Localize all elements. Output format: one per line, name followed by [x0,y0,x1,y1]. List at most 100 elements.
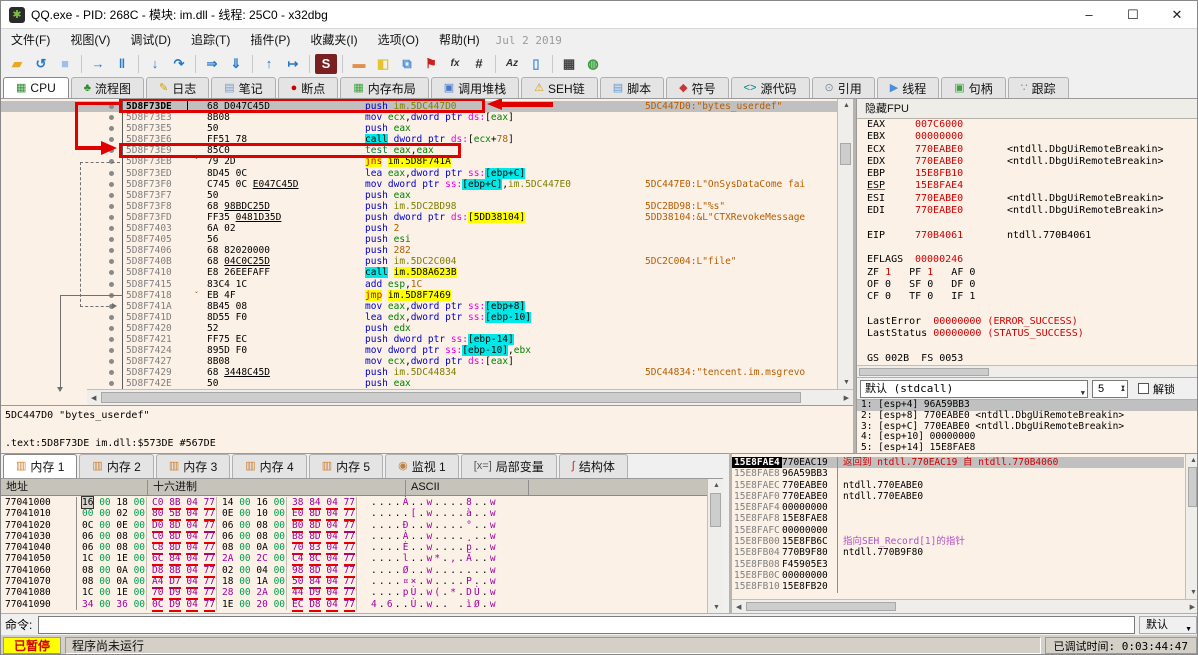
tab-源代码[interactable]: <> 源代码 [730,77,810,98]
menu-item[interactable]: 插件(P) [240,29,300,51]
dump-row[interactable]: 77041090 34 00 36 00 0C D9 04 77 1E 00 20 0… [1,598,707,612]
register-line[interactable]: EIP 770B4061 ntdll.770B4061 [857,230,1197,242]
stack-row[interactable]: 15E8FB08 F45905E3 [732,558,1184,570]
stack-hscrollbar[interactable]: ◀ ▶ [732,599,1197,613]
argument-row[interactable]: 2: [esp+8] 770EABE0 <ntdll.DbgUiRemoteBr… [857,410,1197,422]
breakpoint-dot[interactable] [109,348,114,354]
stack-row[interactable]: 15E8FAE4 770EAC19 返回到 ntdll.770EAC19 自 ntd… [732,457,1184,469]
menu-item[interactable]: 追踪(T) [181,29,240,51]
tab-脚本[interactable]: ▤ 脚本 [599,77,665,98]
menu-item[interactable]: 帮助(H) [429,29,490,51]
disasm-row[interactable]: 5D8F741A 8B45 08 mov eax,dword ptr ss:[ebp… [1,300,837,312]
register-line[interactable]: ECX 770EABE0 <ntdll.DbgUiRemoteBreakin> [857,144,1197,156]
tab-CPU[interactable]: ▦ CPU [3,77,69,98]
breakpoint-dot[interactable] [109,226,114,232]
command-input[interactable] [38,615,1135,634]
breakpoint-dot[interactable] [109,248,114,254]
restart-icon[interactable]: ↺ [30,54,52,74]
register-line[interactable]: ESP 15E8FAE4 [857,180,1197,192]
register-line[interactable]: EBX 00000000 [857,131,1197,143]
stack-row[interactable]: 15E8FB04 770B9F80 ntdll.770B9F80 [732,547,1184,559]
register-line[interactable]: ESI 770EABE0 <ntdll.DbgUiRemoteBreakin> [857,193,1197,205]
labels-icon[interactable]: ⧉ [396,54,418,74]
arguments-view[interactable]: 1: [esp+4] 96A59BB3 2: [esp+8] 770EABE0 <… [857,399,1197,453]
disasm-hscrollbar[interactable]: ◀ ▶ [87,389,853,405]
stack-vscrollbar[interactable]: ▲ ▼ [1185,454,1197,599]
tab-引用[interactable]: ⊙ 引用 [811,77,875,98]
disasm-row[interactable]: 5D8F7424 895D F0 mov dword ptr ss:[ebp-10]… [1,345,837,357]
stack-row[interactable]: 15E8FB00 15E8FB6C 指向SEH_Record[1]的指针 [732,536,1184,548]
register-line[interactable]: EAX 007C6000 [857,119,1197,131]
tab-内存 1[interactable]: ▥ 内存 1 [3,454,78,478]
execute-till-return-icon[interactable]: ↑ [258,54,280,74]
settings-icon[interactable]: S [315,54,337,74]
breakpoint-dot[interactable] [109,381,114,387]
disasm-row[interactable]: 5D8F73ED 8D45 0C lea eax,dword ptr ss:[ebp… [1,167,837,179]
breakpoint-dot[interactable] [109,203,114,209]
disasm-row[interactable]: 5D8F7421 FF75 EC push dword ptr ss:[ebp-14… [1,333,837,346]
tab-结构体[interactable]: ∫ 结构体 [558,454,628,478]
breakpoint-dot[interactable] [109,259,114,265]
strings-icon[interactable]: Az [501,54,523,74]
patches-icon[interactable]: ▬ [348,54,370,74]
stack-row[interactable]: 15E8FAEC 770EABE0 ntdll.770EABE0 [732,479,1184,491]
dump-row[interactable]: 77041030 06 00 08 00 C0 8D 04 77 06 00 08 0… [1,530,707,544]
minimize-button[interactable]: – [1067,1,1111,29]
dump-row[interactable]: 77041060 08 00 0A 00 D8 8B 04 77 02 00 04 0… [1,564,707,578]
unlock-checkbox[interactable] [1138,383,1149,394]
tab-内存布局[interactable]: ▦ 内存布局 [340,77,429,98]
register-line[interactable]: EDI 770EABE0 <ntdll.DbgUiRemoteBreakin> [857,205,1197,217]
register-line[interactable]: ZF 1 PF 1 AF 0 [857,267,1197,279]
register-line[interactable]: OF 0 SF 0 DF 0 [857,279,1197,291]
disasm-row[interactable]: 5D8F73F8 68 98BDC25D push im.5DC2BD98 5DC2B… [1,200,837,212]
step-over-icon[interactable]: ↷ [168,54,190,74]
disasm-row[interactable]: 5D8F7429 68 3448C45D push im.5DC44834 5DC44… [1,367,837,379]
tab-符号[interactable]: ◆ 符号 [666,77,729,98]
dump-row[interactable]: 77041010 00 00 02 00 80 5B 04 77 0E 00 10 0… [1,508,707,522]
maximize-button[interactable]: ☐ [1111,1,1155,29]
breakpoint-dot[interactable] [109,115,114,121]
breakpoint-dot[interactable] [109,314,114,320]
stack-row[interactable]: 15E8FAE8 96A59BB3 [732,468,1184,480]
register-line[interactable]: EFLAGS 00000246 [857,254,1197,266]
tab-内存 4[interactable]: ▥ 内存 4 [232,454,307,478]
tab-流程图[interactable]: ♣ 流程图 [70,77,144,98]
register-hscrollbar[interactable] [857,365,1197,377]
disasm-row[interactable]: 5D8F740B 68 04C0C25D push im.5DC2C004 5DC2C… [1,256,837,268]
disasm-row[interactable]: 5D8F7418 ˇ EB 4F jmp im.5D8F7469 [1,289,837,301]
disasm-row[interactable]: 5D8F73F7 50 push eax [1,189,837,201]
breakpoint-dot[interactable] [109,270,114,276]
breakpoint-dot[interactable] [109,237,114,243]
calculator-icon[interactable]: ▦ [558,54,580,74]
disasm-row[interactable]: 5D8F741D 8D55 F0 lea edx,dword ptr ss:[ebp… [1,311,837,323]
dump-row[interactable]: 77041070 08 00 0A 00 A4 D7 04 77 18 00 1A 0… [1,576,707,590]
breakpoint-dot[interactable] [109,281,114,287]
breakpoint-dot[interactable] [109,359,114,365]
dump-row[interactable]: 77041080 1C 00 1E 00 70 D9 04 77 28 00 2A 0… [1,587,707,601]
disasm-row[interactable]: 5D8F7415 83C4 1C add esp,1C [1,278,837,290]
open-file-icon[interactable]: ▰ [6,54,28,74]
tab-笔记[interactable]: ▤ 笔记 [211,77,276,98]
close-button[interactable]: ✕ [1155,1,1197,29]
menu-item[interactable]: 选项(O) [368,29,429,51]
run-icon[interactable]: → [87,54,109,74]
bookmarks-icon[interactable]: ⚑ [420,54,442,74]
register-line[interactable]: EDX 770EABE0 <ntdll.DbgUiRemoteBreakin> [857,156,1197,168]
disasm-row[interactable]: 5D8F7406 68 82020000 push 282 [1,245,837,257]
tab-调用堆栈[interactable]: ▣ 调用堆栈 [430,77,520,98]
tab-断点[interactable]: ● 断点 [277,77,339,98]
register-list[interactable]: EAX 007C6000 EBX 00000000 ECX 770EABE0 <ntdll.… [857,119,1197,365]
tab-线程[interactable]: ▶ 线程 [876,77,940,98]
tab-内存 2[interactable]: ▥ 内存 2 [79,454,154,478]
stack-row[interactable]: 15E8FAF8 15E8FAE8 [732,513,1184,525]
tab-内存 3[interactable]: ▥ 内存 3 [155,454,231,478]
disasm-row[interactable]: 5D8F7405 56 push esi [1,234,837,246]
stack-pane[interactable]: 15E8FAE4 770EAC19 返回到 ntdll.770EAC19 自 ntd… [729,453,1197,613]
run-to-user-code-icon[interactable]: ↦ [282,54,304,74]
disasm-vscrollbar[interactable]: ▲ ▼ [837,99,853,389]
arg-count-stepper[interactable]: 5 ▲ ▼ [1092,379,1128,398]
disassembly-pane[interactable]: 5D8F73DE 68 D047C45D push im.5DC447D0 5DC44… [1,99,856,453]
dump-row[interactable]: 77041000 16 00 18 00 C0 8B 04 77 14 00 16 0… [1,496,707,510]
register-line[interactable]: LastStatus 00000000 (STATUS_SUCCESS) [857,328,1197,340]
stack-row[interactable]: 15E8FAFC 00000000 [732,524,1184,537]
